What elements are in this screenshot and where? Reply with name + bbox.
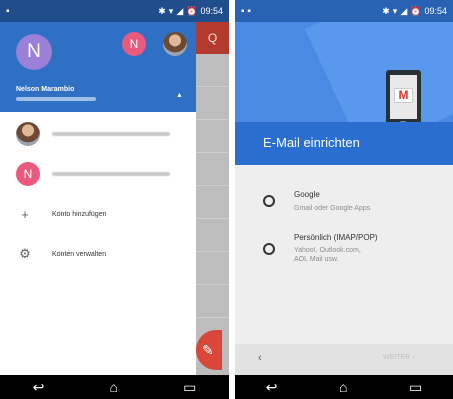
- status-bar: ▪ ▪ ✱ ▾ ◢ ⏰ 09:54: [235, 0, 453, 22]
- background-search-icon: Q: [196, 22, 229, 54]
- setup-footer: ‹ WEITER ›: [235, 344, 453, 375]
- plus-icon: +: [21, 206, 29, 222]
- account-photo-avatar: [16, 122, 40, 146]
- option-subtitle: Gmail oder Google Apps: [294, 205, 371, 212]
- status-time: 09:54: [200, 6, 223, 16]
- system-navigation-bar: ↩ ⌂ ▭: [235, 375, 453, 399]
- option-title: Google: [294, 190, 320, 199]
- account-email-redacted: [52, 172, 170, 176]
- bluetooth-icon: ✱: [158, 5, 166, 16]
- account-letter-avatar: N: [16, 162, 40, 186]
- tablet-screen: M: [390, 75, 417, 119]
- option-title: Persönlich (IMAP/POP): [294, 233, 378, 242]
- recents-icon[interactable]: ▭: [183, 379, 196, 396]
- status-bar: ▪ ✱ ▾ ◢ ⏰ 09:54: [0, 0, 229, 22]
- recents-icon[interactable]: ▭: [409, 379, 422, 396]
- manage-accounts-label: Konten verwalten: [52, 250, 107, 258]
- gear-icon: ⚙: [19, 246, 31, 261]
- home-icon[interactable]: ⌂: [339, 379, 347, 395]
- add-account-item[interactable]: + Konto hinzufügen: [0, 194, 196, 234]
- account-name: Nelson Marambio: [16, 86, 75, 93]
- back-icon[interactable]: ↩: [266, 379, 278, 396]
- account-list-item[interactable]: [0, 114, 196, 154]
- background-row: [196, 120, 229, 153]
- bluetooth-icon: ✱: [382, 5, 390, 16]
- alarm-icon: ⏰: [410, 5, 422, 16]
- background-row: [196, 87, 229, 120]
- account-email-redacted: [52, 132, 170, 136]
- background-inbox: Q: [196, 22, 229, 375]
- wifi-icon: ▾: [392, 5, 398, 16]
- background-row: [196, 219, 229, 252]
- status-icons: ✱ ▾ ◢ ⏰ 09:54: [382, 6, 447, 17]
- background-row: [196, 252, 229, 285]
- notification-icon: ▪ ▪: [241, 5, 251, 17]
- account-list-item[interactable]: N: [0, 154, 196, 194]
- setup-header: M E-Mail einrichten: [235, 0, 453, 165]
- account-avatar[interactable]: N: [16, 34, 52, 70]
- signal-icon: ◢: [176, 5, 184, 16]
- alarm-icon: ⏰: [186, 5, 198, 16]
- pencil-icon: ✎: [202, 342, 214, 358]
- system-navigation-bar: ↩ ⌂ ▭: [0, 375, 229, 399]
- status-time: 09:54: [424, 6, 447, 16]
- back-chevron-icon[interactable]: ‹: [258, 352, 262, 364]
- background-row: [196, 186, 229, 219]
- left-phone-screen: Q ✎ N N Nelson Marambio ▲ N + Konto hinz…: [0, 0, 229, 399]
- status-icons: ✱ ▾ ◢ ⏰ 09:54: [158, 6, 223, 17]
- radio-personal[interactable]: [263, 243, 275, 255]
- account-email-redacted: [16, 97, 96, 101]
- page-title: E-Mail einrichten: [263, 135, 360, 150]
- wifi-icon: ▾: [168, 5, 174, 16]
- right-phone-screen: M E-Mail einrichten Google Gmail oder Go…: [235, 0, 453, 399]
- option-google[interactable]: Google Gmail oder Google Apps: [235, 188, 453, 218]
- manage-accounts-item[interactable]: ⚙ Konten verwalten: [0, 234, 196, 274]
- back-icon[interactable]: ↩: [33, 379, 45, 396]
- signal-icon: ◢: [400, 5, 408, 16]
- gmail-envelope-icon: M: [394, 88, 413, 103]
- option-subtitle: Yahoo!, Outlook.com, AOL Mail usw.: [294, 247, 361, 263]
- add-account-label: Konto hinzufügen: [52, 210, 107, 218]
- switch-account-avatar[interactable]: N: [122, 32, 146, 56]
- home-icon[interactable]: ⌂: [110, 379, 118, 395]
- switch-account-photo-avatar[interactable]: [163, 32, 187, 56]
- notification-icon: ▪: [6, 5, 10, 17]
- account-expand-caret-icon[interactable]: ▲: [176, 92, 183, 99]
- background-row: [196, 153, 229, 186]
- next-button[interactable]: WEITER ›: [383, 354, 415, 361]
- navigation-drawer: N N Nelson Marambio ▲ N + Konto hinzufüg…: [0, 0, 196, 375]
- option-personal[interactable]: Persönlich (IMAP/POP) Yahoo!, Outlook.co…: [235, 231, 453, 271]
- radio-google[interactable]: [263, 195, 275, 207]
- background-row: [196, 54, 229, 87]
- background-row: [196, 285, 229, 318]
- tablet-illustration: M: [386, 70, 421, 126]
